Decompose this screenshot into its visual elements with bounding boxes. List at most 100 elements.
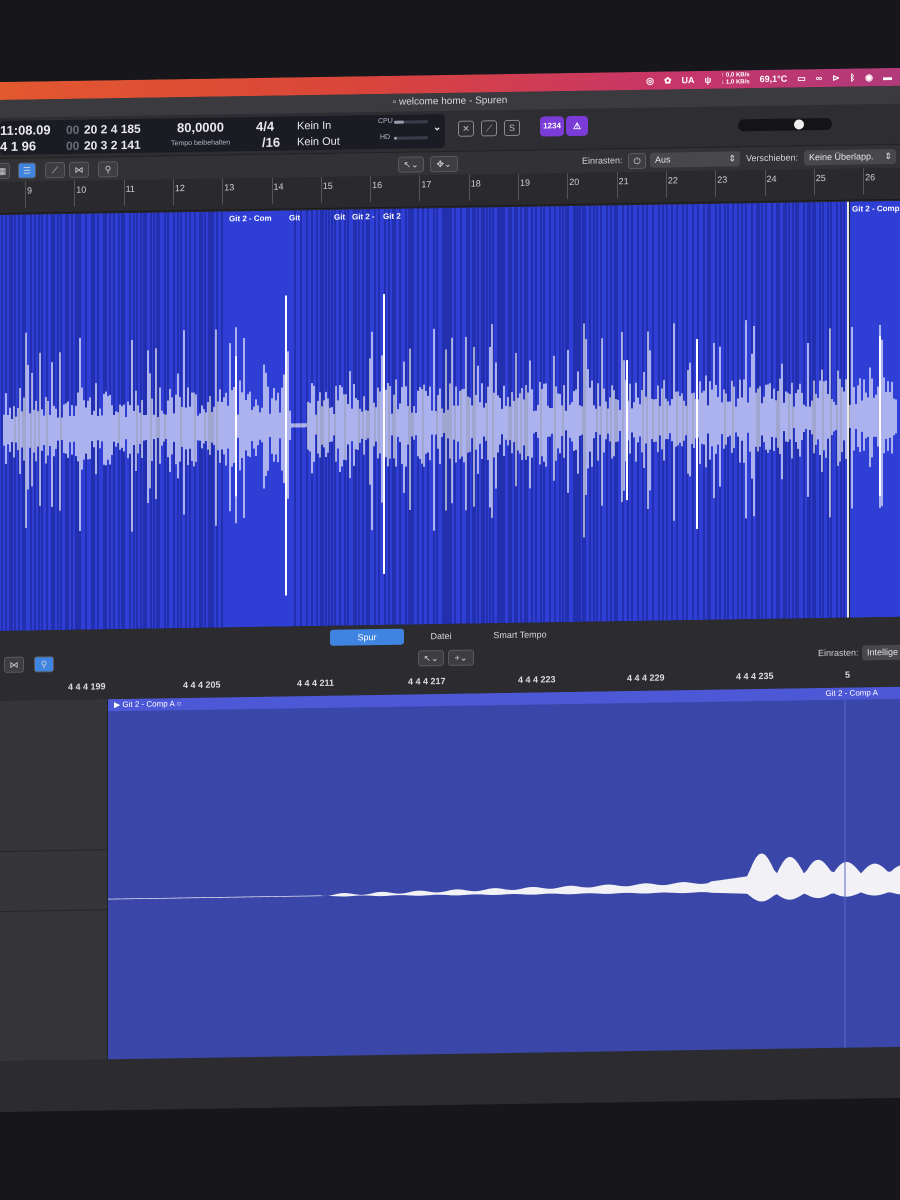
cpu-meter <box>394 120 428 124</box>
bar-tick <box>665 171 667 198</box>
tab-datei[interactable]: Datei <box>408 628 474 645</box>
replace-button[interactable]: ✕ <box>458 120 474 137</box>
editor-snap-label: Einrasten: <box>818 647 859 659</box>
hd-label: HD <box>380 133 391 142</box>
editor-region-name-right: Git 2 - Comp A <box>825 688 878 699</box>
solo-button[interactable]: S <box>504 119 520 137</box>
pointer-tool-menu[interactable]: ↖⌄ <box>398 156 424 173</box>
bar-number: 15 <box>322 180 333 191</box>
metronome-icon[interactable]: ⚠ <box>566 115 588 137</box>
bar-number: 9 <box>27 185 33 196</box>
pos-top-dim: 00 <box>66 122 80 137</box>
fork-icon[interactable]: ψ <box>704 75 711 85</box>
bar-tick <box>715 170 717 197</box>
dropbox-icon[interactable]: ✿ <box>664 75 672 86</box>
ruler-tick-label: 4 4 4 229 <box>627 672 665 684</box>
network-stats[interactable]: ↑ 0,0 KB/s ↓ 1,0 KB/s <box>721 72 749 86</box>
region-label[interactable]: Git 2 - Comp A <box>852 204 900 214</box>
bar-tick <box>222 178 224 205</box>
bar-tick <box>370 176 372 203</box>
count-in-button[interactable]: 1234 <box>540 116 564 137</box>
bar-tick <box>74 180 76 207</box>
tempo-value: 80,0000 <box>177 119 224 136</box>
tab-spur[interactable]: Spur <box>330 628 404 646</box>
bar-tick <box>567 173 569 200</box>
time-signature: 4/4 <box>256 118 275 134</box>
drag-value: Keine Überlapp. <box>809 151 874 163</box>
region-label[interactable]: Git <box>289 213 300 222</box>
editor-snap-select[interactable]: Intellige <box>862 644 900 661</box>
play-circle-icon[interactable]: ⊳ <box>832 72 840 83</box>
bar-number: 25 <box>815 173 826 184</box>
bar-number: 12 <box>174 183 185 194</box>
temperature[interactable]: 69,1°C <box>760 74 788 84</box>
bar-number: 13 <box>224 182 235 193</box>
editor-waveform-shape <box>108 853 900 902</box>
drag-label: Verschieben: <box>746 152 799 164</box>
editor-catch-icon[interactable]: ⚲ <box>34 656 54 673</box>
snap-select[interactable]: Aus ⇕ <box>650 151 740 168</box>
region-label[interactable]: Git 2 <box>383 212 401 221</box>
automation-icon[interactable]: ⟋ <box>45 161 65 179</box>
creative-cloud-icon[interactable]: ◎ <box>646 75 654 86</box>
battery-icon[interactable]: ▭ <box>797 73 806 84</box>
editor-flex-icon[interactable]: ⋈ <box>4 656 24 673</box>
secondary-tool-menu[interactable]: ✥⌄ <box>430 155 458 173</box>
tab-smart-tempo[interactable]: Smart Tempo <box>480 626 560 643</box>
photo-stage: ◎ ✿ UA ψ ↑ 0,0 KB/s ↓ 1,0 KB/s 69,1°C ▭ … <box>0 0 900 1200</box>
tuner-button[interactable]: ⟋ <box>481 120 497 137</box>
main-waveform[interactable] <box>0 200 900 631</box>
region-loop-icon[interactable]: ○ <box>177 699 182 708</box>
bar-number: 10 <box>76 184 87 195</box>
menu-item-ua[interactable]: UA <box>681 75 694 85</box>
editor-track-gutter <box>0 699 108 1061</box>
bar-number: 23 <box>717 174 728 185</box>
ruler-tick-label: 4 4 4 211 <box>297 677 335 689</box>
editor-pencil-tool[interactable]: +⌄ <box>448 649 474 666</box>
editor-pointer-tool[interactable]: ↖⌄ <box>418 650 444 667</box>
lcd-dropdown-chevron-icon[interactable]: ⌄ <box>433 122 441 133</box>
drag-select[interactable]: Keine Überlapp. ⇕ <box>804 148 896 166</box>
flex-icon[interactable]: ⋈ <box>69 161 89 178</box>
editor-waveform[interactable] <box>108 699 900 1059</box>
list-view-icon[interactable]: ☰ <box>18 162 36 179</box>
editor-audio-region[interactable]: ▶ Git 2 - Comp A ○ Git 2 - Comp A <box>108 686 900 1060</box>
bar-number: 11 <box>125 183 135 195</box>
window-title: welcome home - Spuren <box>398 95 508 108</box>
bar-number: 20 <box>569 176 580 188</box>
hd-meter <box>394 136 428 140</box>
divider <box>0 849 108 852</box>
cpu-meter-fill <box>394 120 405 124</box>
ua-logo-icon[interactable]: ◉ <box>865 72 873 83</box>
grid-view-icon[interactable]: ▦ <box>0 162 10 180</box>
lcd-display[interactable]: 11:08.09 4 1 96 00 20 2 4 185 00 20 3 2 … <box>0 114 445 155</box>
bar-number: 24 <box>766 173 777 184</box>
editor-region-name: Git 2 - Comp A <box>122 699 175 710</box>
bar-display: 4 1 96 <box>0 138 37 154</box>
region-label[interactable]: Git <box>334 213 345 222</box>
region-label[interactable]: Git 2 - <box>352 212 375 221</box>
drag-chevron-icon: ⇕ <box>884 150 892 162</box>
bar-tick <box>419 175 421 202</box>
tempo-mode: Tempo beibehalten <box>171 139 231 148</box>
menu-item-infinity[interactable]: ∞ <box>816 73 822 83</box>
bar-tick <box>271 177 273 204</box>
region-label[interactable]: Git 2 - Com <box>229 214 272 224</box>
catch-icon[interactable]: ⚲ <box>98 161 118 178</box>
bar-number: 21 <box>618 176 629 187</box>
bar-tick <box>616 172 618 199</box>
input-label: Kein In <box>297 119 332 133</box>
snap-power-icon[interactable]: ⏻ <box>628 152 646 170</box>
pos-bottom-dim: 00 <box>66 138 80 153</box>
master-volume-slider[interactable] <box>738 117 832 132</box>
volume-knob[interactable] <box>794 119 805 130</box>
bluetooth-icon[interactable]: ᛒ <box>850 73 855 83</box>
snap-value: Aus <box>655 154 671 165</box>
division: /16 <box>262 134 281 150</box>
cpu-label: CPU <box>378 117 393 126</box>
bar-number: 17 <box>421 179 432 190</box>
bar-number: 26 <box>865 172 876 183</box>
audio-track-lane[interactable]: Git 2 - Com Git Git Git 2 - Git 2 Git 2 … <box>0 200 900 631</box>
right-locator: 20 3 2 141 <box>84 137 141 153</box>
battery-status-icon[interactable]: ▬ <box>883 72 892 82</box>
